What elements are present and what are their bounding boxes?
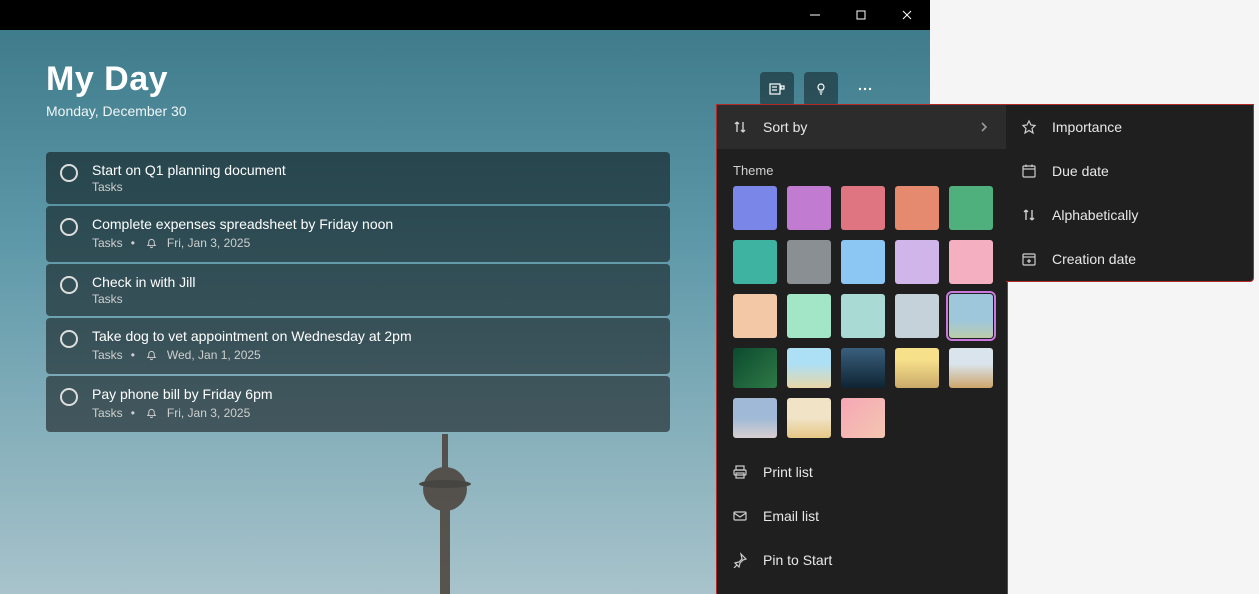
theme-color-swatch[interactable]	[787, 240, 831, 284]
theme-image-swatch[interactable]	[841, 398, 885, 438]
page-title: My Day	[46, 60, 187, 99]
task-complete-circle[interactable]	[60, 330, 78, 348]
task-meta: Tasks Wed, Jan 1, 2025	[92, 346, 656, 364]
background-tower-silhouette	[400, 434, 490, 594]
theme-color-swatch[interactable]	[733, 240, 777, 284]
theme-image-swatch[interactable]	[895, 348, 939, 388]
task-due: Fri, Jan 3, 2025	[167, 406, 250, 420]
task-item[interactable]: Check in with Jill Tasks	[46, 264, 670, 316]
star-icon	[1020, 118, 1038, 136]
task-meta: Tasks	[92, 292, 656, 306]
email-icon	[731, 507, 749, 525]
task-item[interactable]: Complete expenses spreadsheet by Friday …	[46, 206, 670, 262]
theme-color-swatch[interactable]	[841, 240, 885, 284]
task-title: Complete expenses spreadsheet by Friday …	[92, 216, 656, 232]
sort-by-menu-item[interactable]: Sort by	[717, 105, 1007, 149]
task-meta: Tasks Fri, Jan 3, 2025	[92, 234, 656, 252]
task-list-name: Tasks	[92, 406, 123, 420]
task-title: Start on Q1 planning document	[92, 162, 656, 178]
task-title: Check in with Jill	[92, 274, 656, 290]
task-due: Wed, Jan 1, 2025	[167, 348, 261, 362]
theme-image-swatch[interactable]	[949, 294, 993, 338]
task-item[interactable]: Pay phone bill by Friday 6pm Tasks Fri, J…	[46, 376, 670, 432]
task-title: Pay phone bill by Friday 6pm	[92, 386, 656, 402]
print-list-menu-item[interactable]: Print list	[717, 450, 1007, 494]
theme-image-swatch[interactable]	[733, 398, 777, 438]
list-detail-icon	[768, 80, 786, 98]
reminder-icon	[143, 346, 161, 364]
pin-label: Pin to Start	[763, 552, 832, 568]
print-icon	[731, 463, 749, 481]
sort-alphabetically[interactable]: Alphabetically	[1006, 193, 1253, 237]
header-actions	[760, 72, 882, 106]
pin-start-menu-item[interactable]: Pin to Start	[717, 538, 1007, 582]
pin-icon	[731, 551, 749, 569]
task-title: Take dog to vet appointment on Wednesday…	[92, 328, 656, 344]
theme-image-swatch[interactable]	[733, 348, 777, 388]
task-list-name: Tasks	[92, 236, 123, 250]
print-label: Print list	[763, 464, 813, 480]
theme-color-swatch[interactable]	[787, 294, 831, 338]
page-date: Monday, December 30	[46, 103, 187, 119]
sort-creation-date[interactable]: Creation date	[1006, 237, 1253, 281]
task-complete-circle[interactable]	[60, 218, 78, 236]
theme-image-swatch[interactable]	[787, 398, 831, 438]
list-options-menu: Sort by Theme Print list Email list Pin …	[716, 104, 1008, 594]
theme-section-label: Theme	[717, 149, 1007, 186]
sort-due-date[interactable]: Due date	[1006, 149, 1253, 193]
task-complete-circle[interactable]	[60, 388, 78, 406]
theme-image-swatch[interactable]	[841, 348, 885, 388]
theme-image-swatch[interactable]	[787, 348, 831, 388]
theme-color-swatch[interactable]	[733, 294, 777, 338]
task-item[interactable]: Take dog to vet appointment on Wednesday…	[46, 318, 670, 374]
task-due: Fri, Jan 3, 2025	[167, 236, 250, 250]
task-meta: Tasks	[92, 180, 656, 194]
window-maximize-button[interactable]	[838, 0, 884, 30]
ellipsis-icon	[856, 80, 874, 98]
lightbulb-icon	[812, 80, 830, 98]
sort-submenu: Importance Due date Alphabetically Creat…	[1006, 104, 1254, 282]
reminder-icon	[143, 234, 161, 252]
sort-creation-label: Creation date	[1052, 251, 1136, 267]
sort-icon	[1020, 206, 1038, 224]
task-item[interactable]: Start on Q1 planning document Tasks	[46, 152, 670, 204]
calendar-icon	[1020, 162, 1038, 180]
sort-importance[interactable]: Importance	[1006, 105, 1253, 149]
theme-image-swatch[interactable]	[949, 348, 993, 388]
theme-swatch-grid	[717, 186, 1007, 438]
theme-color-swatch[interactable]	[949, 186, 993, 230]
theme-color-swatch[interactable]	[841, 186, 885, 230]
window-close-button[interactable]	[884, 0, 930, 30]
window-minimize-button[interactable]	[792, 0, 838, 30]
email-label: Email list	[763, 508, 819, 524]
task-list-name: Tasks	[92, 292, 123, 306]
ideas-button[interactable]	[804, 72, 838, 106]
theme-color-swatch[interactable]	[841, 294, 885, 338]
more-options-button[interactable]	[848, 72, 882, 106]
task-list: Start on Q1 planning document Tasks Comp…	[46, 152, 670, 432]
sort-icon	[731, 118, 749, 136]
theme-color-swatch[interactable]	[895, 186, 939, 230]
calendar-plus-icon	[1020, 250, 1038, 268]
page-header: My Day Monday, December 30	[46, 60, 187, 119]
task-meta: Tasks Fri, Jan 3, 2025	[92, 404, 656, 422]
sort-importance-label: Importance	[1052, 119, 1122, 135]
theme-color-swatch[interactable]	[733, 186, 777, 230]
task-complete-circle[interactable]	[60, 164, 78, 182]
task-list-name: Tasks	[92, 180, 123, 194]
theme-color-swatch[interactable]	[787, 186, 831, 230]
chevron-right-icon	[975, 118, 993, 136]
theme-color-swatch[interactable]	[895, 240, 939, 284]
reminder-icon	[143, 404, 161, 422]
sort-alpha-label: Alphabetically	[1052, 207, 1138, 223]
titlebar	[0, 0, 930, 30]
sort-due-label: Due date	[1052, 163, 1109, 179]
theme-color-swatch[interactable]	[895, 294, 939, 338]
theme-color-swatch[interactable]	[949, 240, 993, 284]
task-list-name: Tasks	[92, 348, 123, 362]
task-complete-circle[interactable]	[60, 276, 78, 294]
suggestions-icon-button[interactable]	[760, 72, 794, 106]
sort-by-label: Sort by	[763, 119, 807, 135]
email-list-menu-item[interactable]: Email list	[717, 494, 1007, 538]
